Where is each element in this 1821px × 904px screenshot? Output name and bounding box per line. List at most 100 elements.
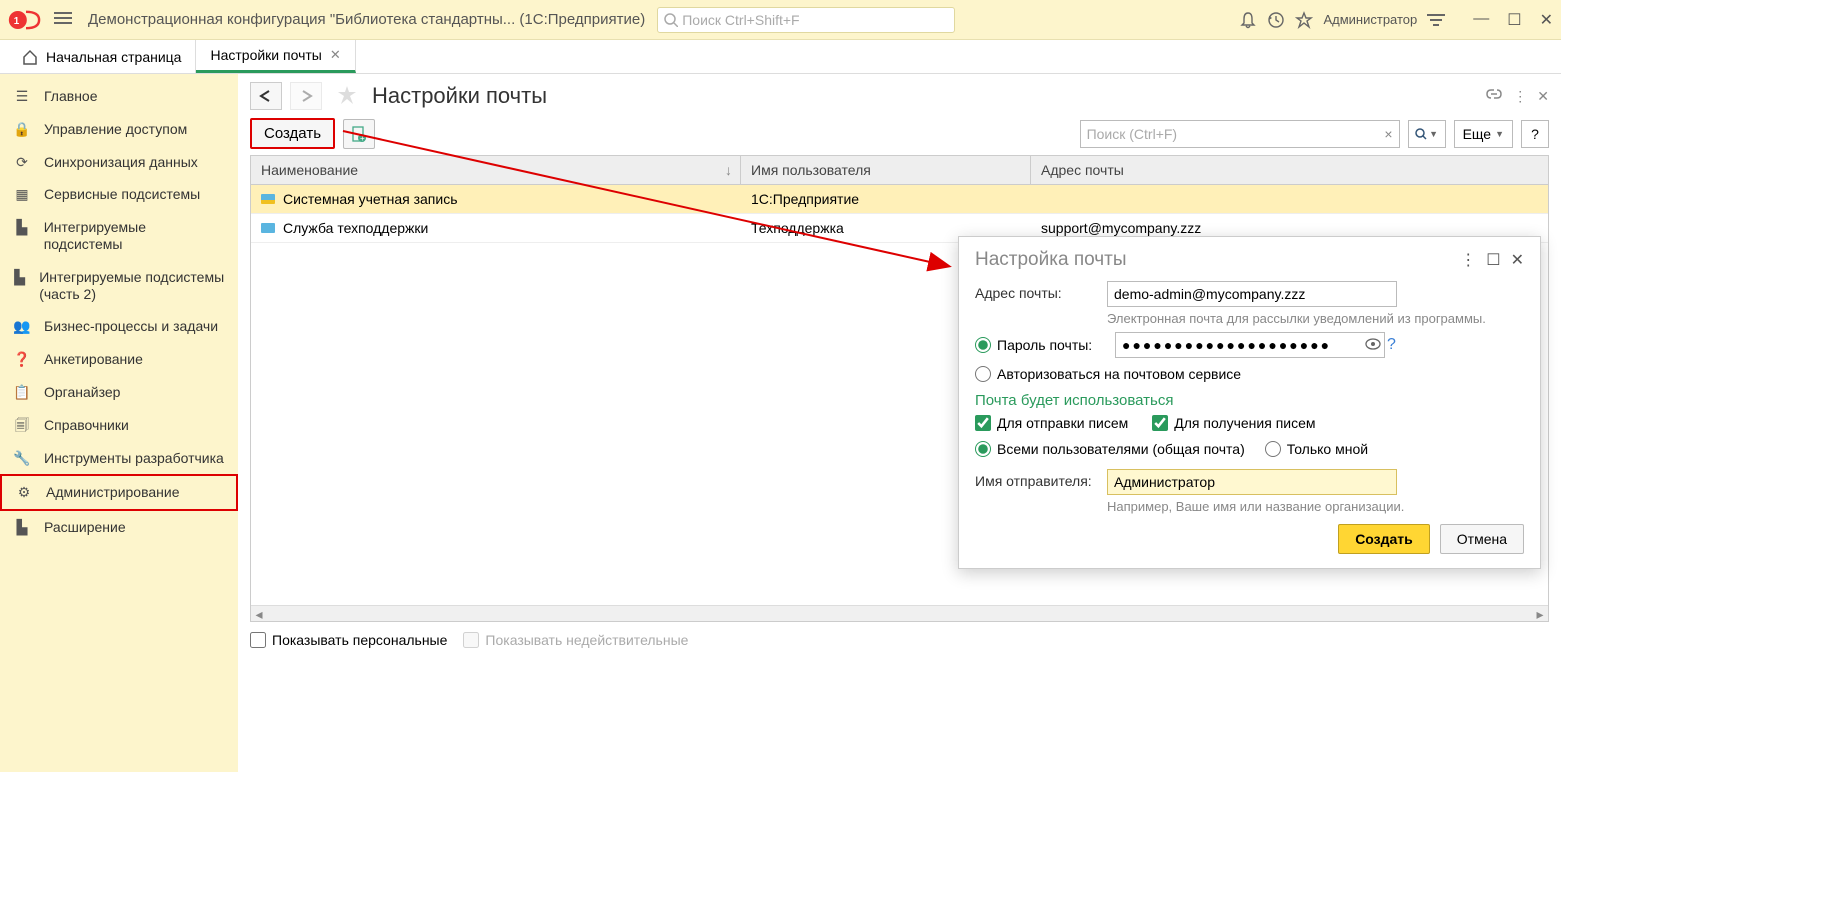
page-title: Настройки почты [372,83,547,109]
svg-text:+: + [360,134,365,143]
password-input[interactable] [1115,332,1385,358]
sidebar-item-integrated[interactable]: ▙Интегрируемые подсистемы [0,211,238,261]
dialog-more-icon[interactable]: ⋮ [1460,250,1476,270]
sidebar-item-sync[interactable]: ⟳Синхронизация данных [0,146,238,179]
star-icon[interactable] [1295,11,1313,29]
wrench-icon: 🔧 [12,450,32,467]
bell-icon[interactable] [1239,11,1257,29]
link-icon[interactable] [1485,86,1503,107]
show-inactive-checkbox[interactable]: Показывать недействительные [463,632,688,648]
scroll-left-icon[interactable]: ◂ [251,606,267,622]
table-row[interactable]: Системная учетная запись 1С:Предприятие [251,185,1548,214]
email-hint: Электронная почта для рассылки уведомлен… [1107,311,1524,326]
menu-icon[interactable] [54,11,72,28]
grid-icon: ▦ [12,186,32,203]
send-checkbox[interactable]: Для отправки писем [975,415,1128,431]
auth-service-radio[interactable] [975,366,991,382]
dialog-title: Настройка почты [975,249,1450,271]
list-search-input[interactable]: Поиск (Ctrl+F) × [1080,120,1400,148]
search-placeholder: Поиск (Ctrl+F) [1087,126,1178,142]
account-icon [261,223,275,233]
scroll-right-icon[interactable]: ▸ [1532,606,1548,622]
col-email-header[interactable]: Адрес почты [1031,156,1548,184]
tab-mail-settings[interactable]: Настройки почты ✕ [196,40,355,73]
col-name-header[interactable]: Наименование↓ [251,156,741,184]
clipboard-icon: 📋 [12,384,32,401]
sidebar-item-service[interactable]: ▦Сервисные подсистемы [0,178,238,211]
only-me-radio[interactable]: Только мной [1265,441,1368,457]
favorite-star-icon[interactable] [336,84,358,109]
people-icon: 👥 [12,318,32,335]
sender-label: Имя отправителя: [975,469,1107,489]
history-icon[interactable] [1267,11,1285,29]
gear-icon: ⚙ [14,484,34,501]
sync-icon: ⟳ [12,154,32,171]
search-icon [664,13,678,27]
email-label: Адрес почты: [975,281,1107,301]
close-button[interactable]: ✕ [1540,10,1553,30]
search-dropdown-button[interactable]: ▼ [1408,120,1446,148]
user-name[interactable]: Администратор [1323,12,1417,27]
maximize-button[interactable]: ☐ [1507,10,1521,30]
help-button[interactable]: ? [1521,120,1549,148]
global-search[interactable]: Поиск Ctrl+Shift+F [657,7,955,33]
nav-back-button[interactable] [250,82,282,110]
all-users-radio[interactable]: Всеми пользователями (общая почта) [975,441,1245,457]
pwd-radio[interactable] [975,337,991,353]
lock-icon: 🔒 [12,121,32,138]
more-vert-icon[interactable]: ⋮ [1513,88,1527,105]
tab-home[interactable]: Начальная страница [8,40,196,73]
close-page-icon[interactable]: ✕ [1537,88,1549,105]
eye-icon[interactable] [1365,337,1381,353]
tab-home-label: Начальная страница [46,49,181,65]
account-key-icon [261,194,275,204]
copy-icon: 🗐 [12,417,32,434]
blocks-icon: ▙ [12,219,32,236]
sender-hint: Например, Ваше имя или название организа… [1107,499,1524,514]
new-doc-button[interactable]: + [343,119,375,149]
show-personal-checkbox[interactable]: Показывать персональные [250,632,447,648]
sort-arrow-icon: ↓ [725,162,732,178]
titlebar: 1 Демонстрационная конфигурация "Библиот… [0,0,1561,40]
email-input[interactable] [1107,281,1397,307]
question-icon: ❓ [12,351,32,368]
search-placeholder: Поиск Ctrl+Shift+F [682,12,799,28]
minimize-button[interactable]: — [1473,10,1489,30]
sidebar-item-refs[interactable]: 🗐Справочники [0,409,238,442]
table-scrollbar[interactable]: ◂ ▸ [251,605,1548,621]
sidebar-item-survey[interactable]: ❓Анкетирование [0,343,238,376]
dialog-create-button[interactable]: Создать [1338,524,1430,554]
auth-radio-label: Авторизоваться на почтовом сервисе [997,366,1241,382]
col-user-header[interactable]: Имя пользователя [741,156,1031,184]
more-button[interactable]: Еще▼ [1454,120,1513,148]
dialog-cancel-button[interactable]: Отмена [1440,524,1524,554]
sidebar-item-integrated2[interactable]: ▙Интегрируемые подсистемы (часть 2) [0,261,238,311]
usage-section-title: Почта будет использоваться [975,392,1524,409]
create-button[interactable]: Создать [250,118,335,149]
sidebar-item-bp[interactable]: 👥Бизнес-процессы и задачи [0,310,238,343]
dialog-close-icon[interactable]: ✕ [1511,250,1524,270]
receive-checkbox[interactable]: Для получения писем [1152,415,1315,431]
tab-close-icon[interactable]: ✕ [330,47,341,63]
clear-search-icon[interactable]: × [1384,126,1392,142]
blocks-icon: ▙ [12,269,27,286]
content: Настройки почты ⋮ ✕ Создать + Поиск (Ctr… [238,74,1561,772]
nav-forward-button[interactable] [290,82,322,110]
sidebar: ☰Главное 🔒Управление доступом ⟳Синхрониз… [0,74,238,772]
dialog-maximize-icon[interactable]: ☐ [1486,250,1500,270]
mail-setup-dialog: Настройка почты ⋮ ☐ ✕ Адрес почты: Элект… [958,236,1541,569]
sidebar-item-admin[interactable]: ⚙Администрирование [0,474,238,511]
titlebar-controls: Администратор — ☐ ✕ [1239,10,1553,30]
sidebar-item-devtools[interactable]: 🔧Инструменты разработчика [0,442,238,475]
sender-input[interactable] [1107,469,1397,495]
sidebar-item-main[interactable]: ☰Главное [0,80,238,113]
tab-mail-label: Настройки почты [210,47,321,63]
sidebar-item-organizer[interactable]: 📋Органайзер [0,376,238,409]
home-icon [22,49,38,65]
help-link-icon[interactable]: ? [1387,336,1396,354]
pwd-radio-label: Пароль почты: [997,337,1109,353]
settings-lines-icon[interactable] [1427,13,1445,27]
sidebar-item-extension[interactable]: ▙Расширение [0,511,238,544]
sidebar-item-access[interactable]: 🔒Управление доступом [0,113,238,146]
blocks-icon: ▙ [12,519,32,536]
